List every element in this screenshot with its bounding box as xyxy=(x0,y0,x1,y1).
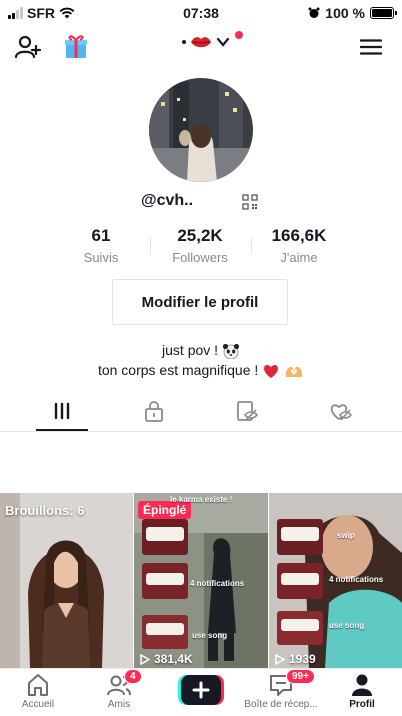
gift-box-icon[interactable] xyxy=(64,32,88,60)
caption-bottom: use song xyxy=(329,621,365,630)
following-label: Suivis xyxy=(83,250,119,265)
play-icon xyxy=(275,653,285,665)
bio-line-1: just pov ! xyxy=(162,342,219,358)
qr-code-icon[interactable] xyxy=(242,194,258,210)
profile-tabs xyxy=(0,394,402,432)
hamburger-menu-icon[interactable] xyxy=(360,39,382,55)
inbox-badge: 99+ xyxy=(286,669,315,684)
lips-emoji-icon xyxy=(191,37,211,48)
add-user-icon[interactable] xyxy=(14,34,42,60)
view-count: 381,4K xyxy=(140,652,193,666)
status-bar: SFR 07:38 100 % xyxy=(0,0,402,26)
video-grid: Brouillons: 6 Épinglé le karma existe ! … xyxy=(0,493,402,668)
friends-badge: 4 xyxy=(124,669,142,684)
profile-top-bar xyxy=(0,26,402,68)
caption-mid: 4 notifications xyxy=(190,579,245,588)
notification-dot xyxy=(235,31,243,39)
video-thumbnail[interactable]: swip 4 notifications use song 1939 xyxy=(269,493,402,668)
heart-off-icon[interactable] xyxy=(328,400,352,422)
bio: just pov ! ton corps est magnifique ! xyxy=(0,340,402,380)
likes-label: J'aime xyxy=(280,250,318,265)
nav-friends[interactable]: Amis xyxy=(79,673,159,710)
dot-icon xyxy=(182,40,186,44)
view-count: 1939 xyxy=(275,652,316,666)
avatar[interactable] xyxy=(149,78,253,182)
panda-emoji-icon xyxy=(222,344,240,360)
grid-bars-icon[interactable] xyxy=(50,400,74,422)
stat-divider xyxy=(251,238,252,254)
alarm-icon xyxy=(308,7,320,18)
following-stat[interactable]: 61 Suivis xyxy=(70,226,132,265)
play-icon xyxy=(140,653,150,665)
video-thumbnail[interactable]: Épinglé le karma existe ! 4 notification… xyxy=(134,493,268,668)
red-heart-icon xyxy=(264,365,279,379)
bio-line-2: ton corps est magnifique ! xyxy=(97,362,259,378)
caption-mid: 4 notifications xyxy=(329,575,384,584)
home-icon xyxy=(28,674,48,696)
chevron-down-icon xyxy=(216,37,230,47)
stat-divider xyxy=(150,238,151,254)
lock-icon[interactable] xyxy=(142,400,166,422)
likes-count: 166,6K xyxy=(271,226,327,245)
following-count: 61 xyxy=(91,226,111,245)
drafts-label: Brouillons: 6 xyxy=(5,503,85,518)
plus-icon[interactable] xyxy=(178,675,224,705)
account-switcher[interactable] xyxy=(182,34,230,50)
battery-icon xyxy=(370,7,397,19)
nav-profile[interactable]: Profil xyxy=(322,673,402,710)
video-thumbnail[interactable]: Brouillons: 6 xyxy=(0,493,133,668)
followers-label: Followers xyxy=(172,250,228,265)
profile-icon xyxy=(352,674,372,696)
bottom-navigation: Accueil Amis 4 Boîte de récep... 99+ Pro… xyxy=(0,668,402,716)
username: @cvh.. xyxy=(141,192,194,209)
active-tab-indicator xyxy=(36,429,88,431)
eye-off-icon[interactable] xyxy=(235,400,259,422)
nav-home[interactable]: Accueil xyxy=(0,673,78,710)
likes-stat[interactable]: 166,6K J'aime xyxy=(262,226,336,265)
edit-profile-button[interactable]: Modifier le profil xyxy=(112,279,288,325)
battery-percent: 100 % xyxy=(325,5,365,21)
caption-top: swip xyxy=(337,531,355,540)
heart-hands-icon xyxy=(285,367,303,378)
profile-stats: 61 Suivis 25,2K Followers 166,6K J'aime xyxy=(0,226,402,270)
followers-count: 25,2K xyxy=(177,226,223,245)
followers-stat[interactable]: 25,2K Followers xyxy=(160,226,240,265)
caption-bottom: use song xyxy=(192,631,228,640)
caption-top: le karma existe ! xyxy=(170,495,233,504)
